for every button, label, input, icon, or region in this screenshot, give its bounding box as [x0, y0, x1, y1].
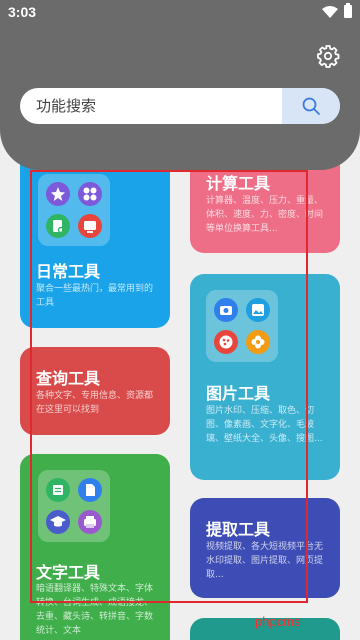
star-app-icon	[44, 180, 72, 208]
code-monitor-icon	[76, 212, 104, 240]
image-icon-group	[206, 290, 278, 362]
palette-icon	[212, 328, 240, 356]
status-time: 3:03	[8, 4, 37, 20]
chat-text-icon	[44, 476, 72, 504]
daily-icon-group	[38, 174, 110, 246]
card-title: 查询工具	[36, 369, 101, 388]
battery-icon	[344, 3, 352, 18]
camera-icon	[212, 296, 240, 324]
apps-grid-icon	[76, 180, 104, 208]
flower-icon	[244, 328, 272, 356]
search-button[interactable]	[282, 88, 340, 124]
search-icon	[302, 97, 320, 115]
card-description: 各种文字、专用信息、资源都在这里可以找到	[36, 391, 154, 415]
gear-icon	[317, 45, 340, 68]
card-title: 计算工具	[206, 174, 271, 193]
card-title: 日常工具	[36, 262, 101, 281]
card-description: 图片水印、压缩、取色、切图、像素画、文字化、毛玻璃、壁纸大全、头像、搜图...	[206, 406, 323, 444]
search-input[interactable]	[20, 88, 282, 124]
watermark-text: phpcms	[255, 614, 301, 629]
query-tools-card[interactable]: 查询工具 各种文字、专用信息、资源都在这里可以找到	[20, 347, 170, 435]
card-title: 文字工具	[36, 563, 101, 582]
card-title: 提取工具	[206, 520, 271, 539]
status-icons	[322, 3, 352, 18]
document-search-icon	[44, 212, 72, 240]
image-tools-card[interactable]: 图片工具 图片水印、压缩、取色、切图、像素画、文字化、毛玻璃、壁纸大全、头像、搜…	[190, 274, 340, 480]
extract-tools-card[interactable]: 提取工具 视频提取、各大短视频平台无水印提取、图片提取、网页提取...	[190, 498, 340, 598]
app-header: 3:03	[0, 0, 360, 170]
card-description: 视频提取、各大短视频平台无水印提取、图片提取、网页提取...	[206, 542, 324, 580]
card-title: 图片工具	[206, 384, 271, 403]
search-bar	[20, 88, 340, 124]
picture-icon	[244, 296, 272, 324]
text-tools-card[interactable]: 文字工具 暗语翻译器、特殊文本、字体转换、台词生成、成语接龙、去重、藏头诗、转拼…	[20, 454, 170, 640]
settings-button[interactable]	[316, 44, 340, 68]
wifi-icon	[322, 5, 338, 18]
card-description: 计算器、温度、压力、重量、体积、速度、力、密度、时间等单位换算工具...	[206, 196, 324, 234]
card-description: 暗语翻译器、特殊文本、字体转换、台词生成、成语接龙、去重、藏头诗、转拼音、字数统…	[36, 584, 154, 636]
card-description: 聚合一些最热门，最常用到的工具	[36, 284, 154, 308]
document-icon	[76, 476, 104, 504]
text-icon-group	[38, 470, 110, 542]
graduation-cap-icon	[44, 508, 72, 536]
printer-icon	[76, 508, 104, 536]
